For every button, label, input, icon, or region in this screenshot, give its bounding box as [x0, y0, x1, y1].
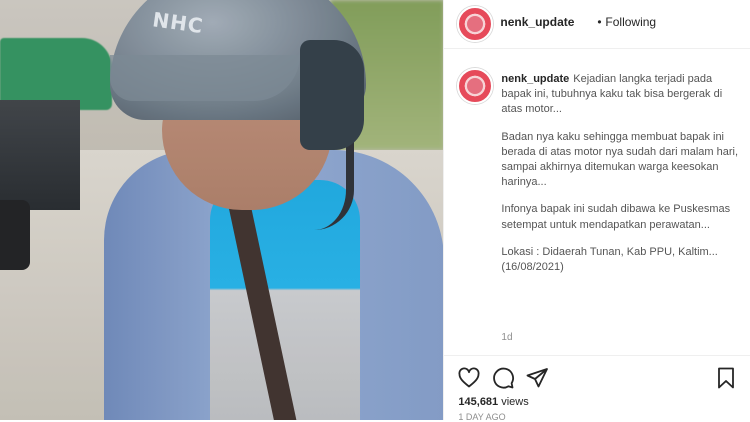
- comment-icon[interactable]: [491, 366, 515, 390]
- post-date: 1 DAY AGO: [458, 412, 506, 422]
- views-number: 145,681: [458, 396, 499, 408]
- caption-text: nenk_update Kejadian langka terjadi pada …: [501, 72, 741, 287]
- caption-section: nenk_update Kejadian langka terjadi pada …: [444, 60, 750, 356]
- video-overlay: [0, 0, 443, 420]
- bookmark-icon[interactable]: [714, 366, 738, 390]
- caption-paragraph: Infonya bapak ini sudah dibawa ke Puskes…: [501, 203, 731, 231]
- profile-avatar[interactable]: [457, 6, 494, 42]
- caption-paragraph: Badan nya kaku sehingga membuat bapak in…: [501, 130, 739, 189]
- caption-avatar[interactable]: [457, 68, 494, 104]
- header-username[interactable]: nenk_update: [500, 15, 574, 29]
- caption-time: 1d: [501, 332, 513, 343]
- post-header: nenk_update • Following: [444, 0, 750, 49]
- post-video[interactable]: NHC: [0, 0, 444, 420]
- header-separator: •: [597, 15, 602, 29]
- views-label: views: [501, 396, 529, 408]
- views-count: 145,681 views: [458, 396, 528, 408]
- following-button[interactable]: Following: [605, 15, 656, 29]
- caption-username[interactable]: nenk_update: [501, 73, 569, 85]
- share-icon[interactable]: [525, 366, 549, 390]
- instagram-post: NHC nenk_update • Following nenk_update K…: [0, 0, 750, 422]
- heart-icon[interactable]: [457, 366, 481, 390]
- action-bar: 145,681 views 1 DAY AGO: [444, 355, 750, 422]
- caption-paragraph: Lokasi : Didaerah Tunan, Kab PPU, Kaltim…: [501, 245, 718, 274]
- post-sidebar: nenk_update • Following nenk_update Kejad…: [443, 0, 750, 422]
